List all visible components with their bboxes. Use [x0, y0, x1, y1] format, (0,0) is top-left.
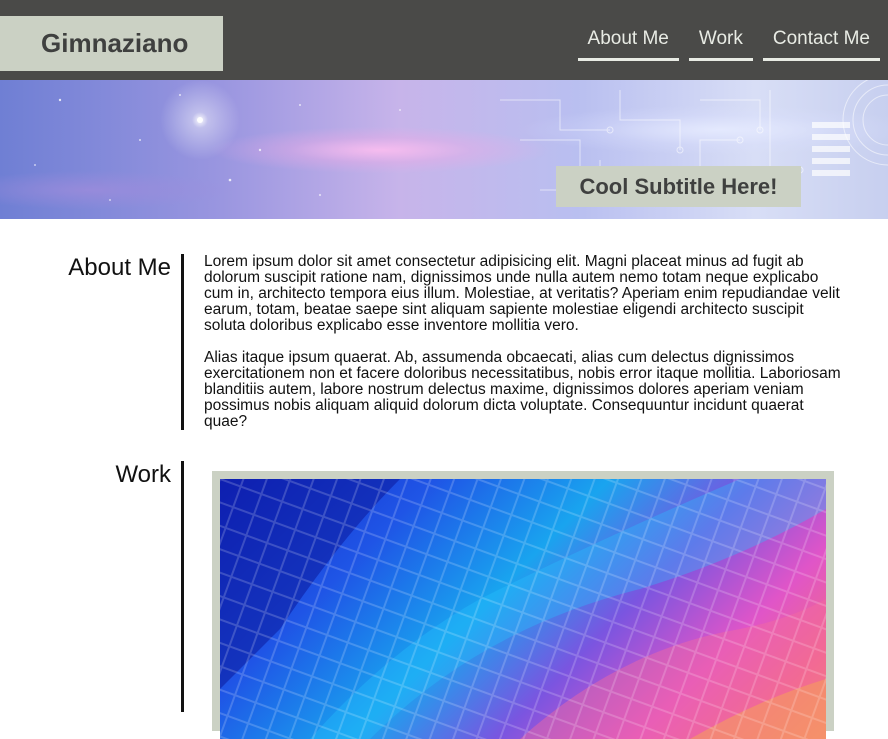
about-text: Lorem ipsum dolor sit amet consectetur a… [204, 254, 846, 446]
nav-link-contact-me[interactable]: Contact Me [762, 28, 880, 61]
about-heading: About Me [68, 254, 171, 281]
about-paragraph: Alias itaque ipsum quaerat. Ab, assumend… [204, 349, 841, 430]
work-mosaic-graphic [220, 479, 826, 739]
nav-link-work[interactable]: Work [688, 28, 753, 61]
site-header: Gimnaziano About Me Work Contact Me [0, 0, 888, 80]
about-paragraph: Lorem ipsum dolor sit amet consectetur a… [204, 253, 840, 334]
hero-subtitle: Cool Subtitle Here! [556, 166, 801, 207]
work-divider [181, 461, 184, 712]
about-divider [181, 254, 184, 430]
work-heading: Work [115, 461, 171, 488]
main-nav: About Me Work Contact Me [577, 28, 880, 61]
site-logo[interactable]: Gimnaziano [0, 16, 223, 71]
nav-link-about-me[interactable]: About Me [577, 28, 679, 61]
work-image[interactable] [220, 479, 826, 739]
work-image-frame [212, 471, 834, 739]
